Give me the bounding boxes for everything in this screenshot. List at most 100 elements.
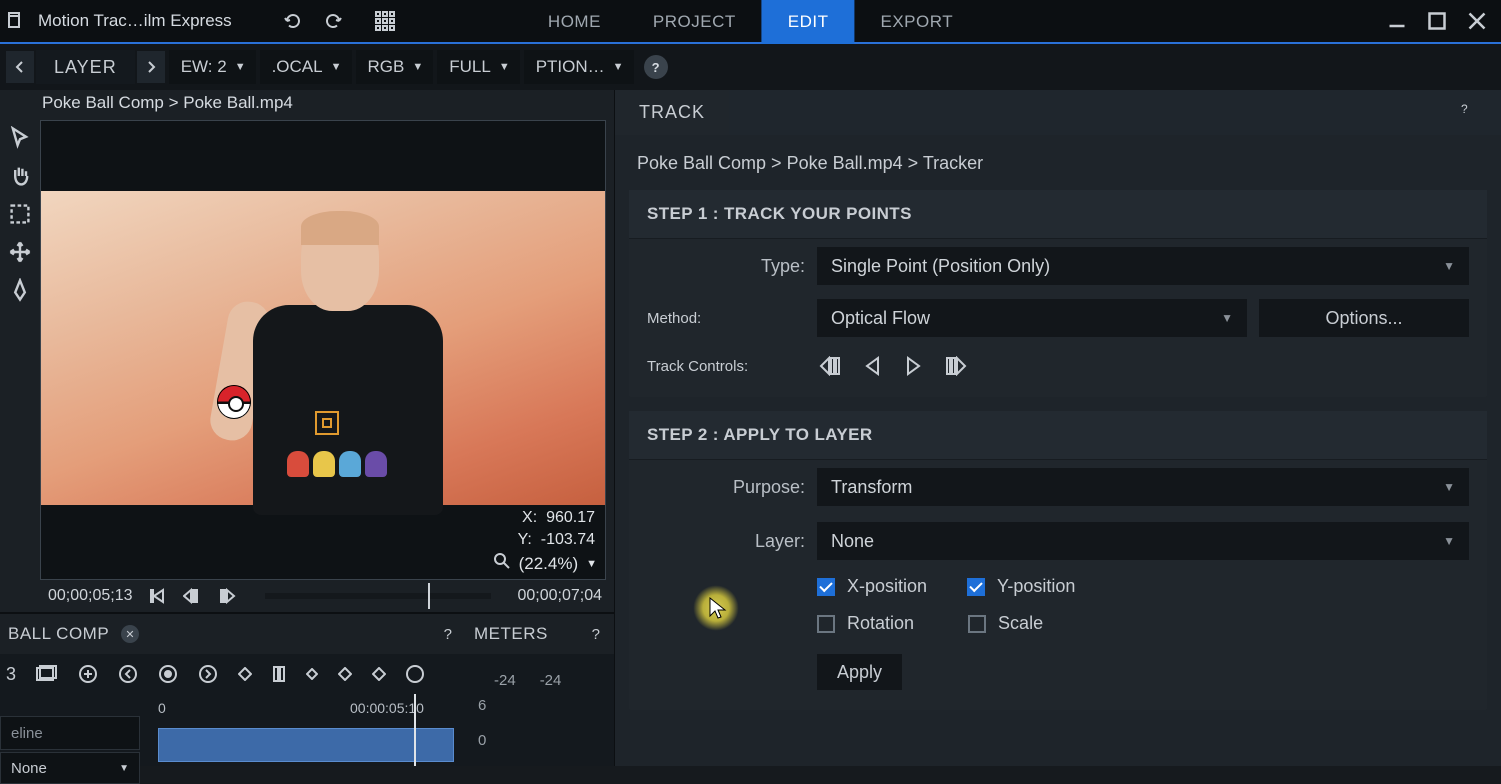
- chevron-down-icon: ▼: [1443, 259, 1455, 273]
- meter-scale-6: 6: [478, 697, 614, 714]
- app-grid-icon[interactable]: [374, 10, 396, 32]
- checkbox-scale-label: Scale: [998, 613, 1043, 634]
- viewer-breadcrumb: Poke Ball Comp > Poke Ball.mp4: [0, 90, 614, 120]
- full-dropdown-label: FULL: [449, 57, 491, 77]
- purpose-value: Transform: [831, 477, 912, 498]
- track-back-icon[interactable]: [859, 353, 885, 379]
- checkbox-rotation[interactable]: Rotation: [817, 613, 914, 634]
- new-comp-icon[interactable]: [36, 665, 58, 683]
- full-dropdown[interactable]: FULL▼: [437, 50, 519, 84]
- checkbox-y-label: Y-position: [997, 576, 1075, 597]
- method-dropdown[interactable]: Optical Flow▼: [817, 299, 1247, 337]
- pause-icon[interactable]: [272, 666, 286, 682]
- nav-prev-icon[interactable]: [6, 51, 34, 83]
- meters-panel: METERS ? -24 -24 6 0: [460, 614, 614, 766]
- zoom-value[interactable]: (22.4%): [519, 554, 579, 574]
- meter-scale-0: 0: [478, 732, 614, 749]
- rgb-dropdown[interactable]: RGB ▼: [356, 50, 434, 84]
- key-next-icon[interactable]: [372, 667, 386, 681]
- document-icon: [6, 12, 24, 30]
- options-dropdown[interactable]: PTION…▼: [524, 50, 634, 84]
- move-tool-icon[interactable]: [8, 240, 32, 264]
- select-tool-icon[interactable]: [8, 126, 32, 150]
- help-icon[interactable]: ?: [644, 55, 668, 79]
- purpose-label: Purpose:: [647, 477, 805, 498]
- chevron-down-icon: ▼: [235, 61, 246, 73]
- step-back-icon[interactable]: [183, 587, 203, 605]
- chevron-down-icon: ▼: [331, 61, 342, 73]
- checkbox-scale[interactable]: Scale: [968, 613, 1043, 634]
- type-label: Type:: [647, 256, 805, 277]
- add-circle-icon[interactable]: [78, 664, 98, 684]
- meters-label: METERS: [474, 624, 548, 644]
- track-breadcrumb: Poke Ball Comp > Poke Ball.mp4 > Tracker: [615, 135, 1501, 190]
- in-marker-icon[interactable]: [118, 664, 138, 684]
- purpose-dropdown[interactable]: Transform ▼: [817, 468, 1469, 506]
- step2-section: STEP 2 : APPLY TO LAYER Purpose: Transfo…: [629, 411, 1487, 710]
- tab-home[interactable]: HOME: [522, 0, 627, 44]
- go-start-icon[interactable]: [149, 587, 167, 605]
- window-title: Motion Trac…ilm Express: [38, 11, 232, 31]
- rgb-dropdown-label: RGB: [368, 57, 405, 77]
- layer-dropdown[interactable]: None▼: [817, 522, 1469, 560]
- help-icon[interactable]: ?: [1461, 102, 1483, 124]
- checkbox-x-position[interactable]: X-position: [817, 576, 927, 597]
- timeline-clip[interactable]: [158, 728, 454, 762]
- key-med-icon[interactable]: [338, 667, 352, 681]
- close-icon[interactable]: [1467, 11, 1487, 31]
- help-icon[interactable]: ?: [592, 626, 600, 643]
- step-forward-icon[interactable]: [219, 587, 239, 605]
- track-tab[interactable]: TRACK: [615, 90, 729, 135]
- viewer-canvas[interactable]: X: 960.17 Y: -103.74 (22.4%) ▼: [40, 120, 606, 580]
- key-prev-icon[interactable]: [238, 667, 252, 681]
- chevron-down-icon: ▼: [1443, 480, 1455, 494]
- chevron-down-icon: ▼: [1443, 534, 1455, 548]
- pen-tool-icon[interactable]: [8, 278, 32, 302]
- nav-next-icon[interactable]: [137, 51, 165, 83]
- tab-project[interactable]: PROJECT: [627, 0, 762, 44]
- chevron-down-icon[interactable]: ▼: [586, 558, 597, 570]
- tab-export[interactable]: EXPORT: [854, 0, 979, 44]
- undo-icon[interactable]: [282, 10, 304, 32]
- chevron-down-icon: ▼: [412, 61, 423, 73]
- track-point-marker[interactable]: [315, 411, 339, 435]
- track-panel: TRACK ? Poke Ball Comp > Poke Ball.mp4 >…: [614, 90, 1501, 766]
- comp-tab[interactable]: BALL COMP ✕: [8, 614, 153, 654]
- method-value: Optical Flow: [831, 308, 930, 329]
- layer-button[interactable]: LAYER: [36, 50, 135, 84]
- local-dropdown[interactable]: .OCAL▼: [260, 50, 352, 84]
- options-button[interactable]: Options...: [1259, 299, 1469, 337]
- close-tab-icon[interactable]: ✕: [121, 625, 139, 643]
- timeline-search[interactable]: eline: [0, 716, 140, 750]
- hand-tool-icon[interactable]: [8, 164, 32, 188]
- maximize-icon[interactable]: [1427, 11, 1447, 31]
- marquee-tool-icon[interactable]: [8, 202, 32, 226]
- track-forward-icon[interactable]: [901, 353, 927, 379]
- checkbox-y-position[interactable]: Y-position: [967, 576, 1075, 597]
- info-icon[interactable]: [406, 665, 424, 683]
- tab-edit[interactable]: EDIT: [762, 0, 855, 44]
- timecode-current[interactable]: 00;00;05;13: [48, 587, 133, 605]
- type-dropdown[interactable]: Single Point (Position Only)▼: [817, 247, 1469, 285]
- redo-icon[interactable]: [322, 10, 344, 32]
- key-small-icon[interactable]: [306, 668, 318, 680]
- meter-db-right: -24: [540, 672, 562, 689]
- comp-timeline[interactable]: 0 00:00:05:10 eline None▼: [0, 694, 460, 766]
- view-dropdown-label: EW: 2: [181, 57, 227, 77]
- comp-tab-label: BALL COMP: [8, 624, 109, 644]
- zoom-search-icon[interactable]: [493, 552, 511, 575]
- record-icon[interactable]: [158, 664, 178, 684]
- out-marker-icon[interactable]: [198, 664, 218, 684]
- blend-mode-dropdown[interactable]: None▼: [0, 752, 140, 784]
- apply-button[interactable]: Apply: [817, 654, 902, 690]
- track-forward-all-icon[interactable]: [943, 353, 969, 379]
- comp-number: 3: [6, 664, 16, 685]
- minimize-icon[interactable]: [1387, 11, 1407, 31]
- options-dropdown-label: PTION…: [536, 57, 605, 77]
- meter-db-left: -24: [494, 672, 516, 689]
- track-back-all-icon[interactable]: [817, 353, 843, 379]
- view-dropdown[interactable]: EW: 2 ▼: [169, 50, 256, 84]
- help-icon[interactable]: ?: [444, 626, 452, 643]
- viewer-scrubber[interactable]: [265, 593, 492, 599]
- timeline-playhead[interactable]: [414, 694, 416, 766]
